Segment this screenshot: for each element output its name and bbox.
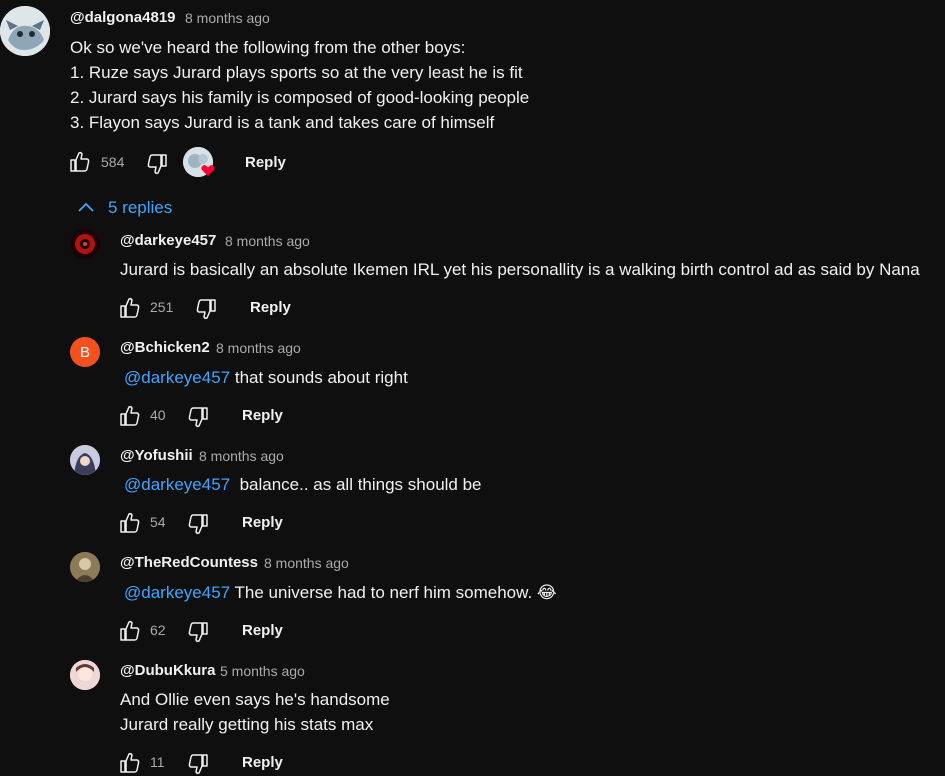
reply-button[interactable]: Reply — [242, 754, 283, 771]
reply-button[interactable]: Reply — [242, 407, 283, 424]
comment-text-line: 3. Flayon says Jurard is a tank and take… — [70, 113, 495, 132]
avatar-illustration — [0, 6, 50, 56]
avatar[interactable] — [70, 660, 100, 690]
reply-author[interactable]: @DubuKkura — [120, 662, 215, 679]
dislike-icon[interactable] — [186, 405, 210, 429]
reply-text: Jurard is basically an absolute Ikemen I… — [120, 260, 920, 279]
avatar[interactable] — [70, 552, 100, 582]
reply-button[interactable]: Reply — [245, 154, 286, 171]
reply-button[interactable]: Reply — [242, 514, 283, 531]
avatar[interactable] — [70, 229, 100, 259]
reply-timestamp[interactable]: 8 months ago — [225, 233, 310, 249]
avatar[interactable] — [70, 445, 100, 475]
comment-timestamp[interactable]: 8 months ago — [185, 10, 270, 26]
reply-text: And Ollie even says he's handsome — [120, 690, 390, 709]
avatar[interactable]: B — [70, 337, 100, 367]
reply-text: @darkeye457 The universe had to nerf him… — [124, 580, 557, 605]
like-count: 11 — [150, 754, 165, 770]
reply-text-body: The universe had to nerf him somehow. 😂 — [234, 583, 557, 602]
avatar[interactable] — [0, 6, 50, 56]
reply-author[interactable]: @TheRedCountess — [120, 554, 258, 571]
mention-link[interactable]: @darkeye457 — [124, 368, 230, 387]
dislike-icon[interactable] — [186, 752, 210, 776]
reply-text: @darkeye457 balance.. as all things shou… — [124, 472, 482, 497]
like-icon[interactable] — [118, 751, 142, 775]
like-count: 40 — [150, 407, 166, 423]
like-icon[interactable] — [68, 150, 92, 174]
reply-timestamp[interactable]: 8 months ago — [199, 448, 284, 464]
replies-toggle[interactable]: 5 replies — [108, 198, 172, 218]
creator-heart-avatar — [183, 147, 215, 177]
reply-button[interactable]: Reply — [242, 622, 283, 639]
reply-timestamp[interactable]: 8 months ago — [264, 555, 349, 571]
like-icon[interactable] — [118, 296, 142, 320]
reply-text: @darkeye457 that sounds about right — [124, 365, 408, 390]
reply-timestamp[interactable]: 5 months ago — [220, 663, 305, 679]
reply-text: Jurard really getting his stats max — [120, 715, 374, 734]
comment-author[interactable]: @dalgona4819 — [70, 9, 176, 26]
reply-timestamp[interactable]: 8 months ago — [216, 340, 301, 356]
dislike-icon[interactable] — [145, 152, 169, 176]
like-count: 251 — [150, 299, 174, 315]
comment-text-line: 1. Ruze says Jurard plays sports so at t… — [70, 63, 523, 82]
comment-text-line: Ok so we've heard the following from the… — [70, 38, 466, 57]
reply-button[interactable]: Reply — [250, 299, 291, 316]
like-count: 54 — [150, 514, 166, 530]
reply-author[interactable]: @Yofushii — [120, 447, 193, 464]
reply-text-body: that sounds about right — [234, 368, 408, 387]
comment-text-line: 2. Jurard says his family is composed of… — [70, 88, 530, 107]
mention-link[interactable]: @darkeye457 — [124, 583, 230, 602]
mention-link[interactable]: @darkeye457 — [124, 475, 230, 494]
dislike-icon[interactable] — [186, 620, 210, 644]
reply-author[interactable]: @darkeye457 — [120, 232, 216, 249]
reply-text-body: balance.. as all things should be — [234, 475, 482, 494]
like-count: 584 — [101, 154, 125, 170]
like-icon[interactable] — [118, 404, 142, 428]
like-icon[interactable] — [118, 511, 142, 535]
like-count: 62 — [150, 622, 166, 638]
dislike-icon[interactable] — [194, 297, 218, 321]
avatar-letter: B — [79, 343, 90, 361]
chevron-up-icon[interactable] — [76, 198, 96, 218]
heart-icon — [201, 165, 215, 176]
reply-author[interactable]: @Bchicken2 — [120, 339, 210, 356]
dislike-icon[interactable] — [186, 512, 210, 536]
like-icon[interactable] — [118, 619, 142, 643]
